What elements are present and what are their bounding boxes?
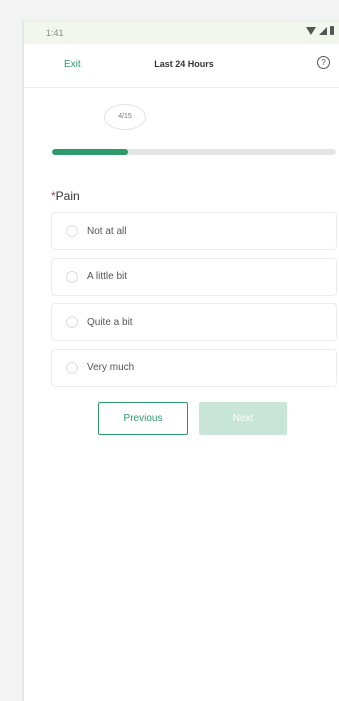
progress-track — [52, 149, 336, 155]
radio-button[interactable] — [66, 225, 78, 237]
question-label: *Pain — [51, 189, 80, 203]
previous-button[interactable]: Previous — [98, 402, 188, 435]
answer-option-very-much[interactable]: Very much — [51, 348, 337, 387]
status-icons — [306, 26, 334, 35]
option-label: Quite a bit — [87, 316, 133, 328]
help-circle-icon[interactable]: ? — [317, 56, 330, 69]
progress-indicator: 4/15 — [52, 104, 336, 164]
progress-label: 4/15 — [104, 104, 146, 130]
option-label: A little bit — [87, 271, 128, 282]
question-text: Pain — [55, 189, 80, 203]
status-bar: 1:41 — [24, 22, 339, 44]
wifi-icon — [306, 26, 316, 35]
answer-options: Not at all A little bit Quite a bit Very… — [51, 212, 337, 394]
page-title: Last 24 Hours — [154, 59, 214, 69]
option-label: Very much — [87, 362, 135, 373]
radio-button[interactable] — [66, 270, 78, 283]
answer-option-a-little-bit[interactable]: A little bit — [51, 257, 337, 296]
progress-fill — [52, 149, 128, 155]
answer-option-quite-a-bit[interactable]: Quite a bit — [51, 303, 337, 341]
radio-button[interactable] — [66, 316, 78, 328]
status-time: 1:41 — [46, 28, 64, 38]
top-bar: Exit Last 24 Hours ? — [24, 44, 339, 88]
signal-icon — [319, 26, 327, 35]
answer-option-not-at-all[interactable]: Not at all — [51, 212, 337, 250]
navigation-buttons: Previous Next — [24, 402, 339, 436]
phone-screen: 1:41 Exit Last 24 Hours ? 4/15 *Pain Not… — [22, 20, 339, 701]
radio-button[interactable] — [66, 361, 78, 374]
option-label: Not at all — [87, 225, 127, 237]
battery-icon — [330, 26, 334, 35]
next-button[interactable]: Next — [199, 402, 287, 435]
